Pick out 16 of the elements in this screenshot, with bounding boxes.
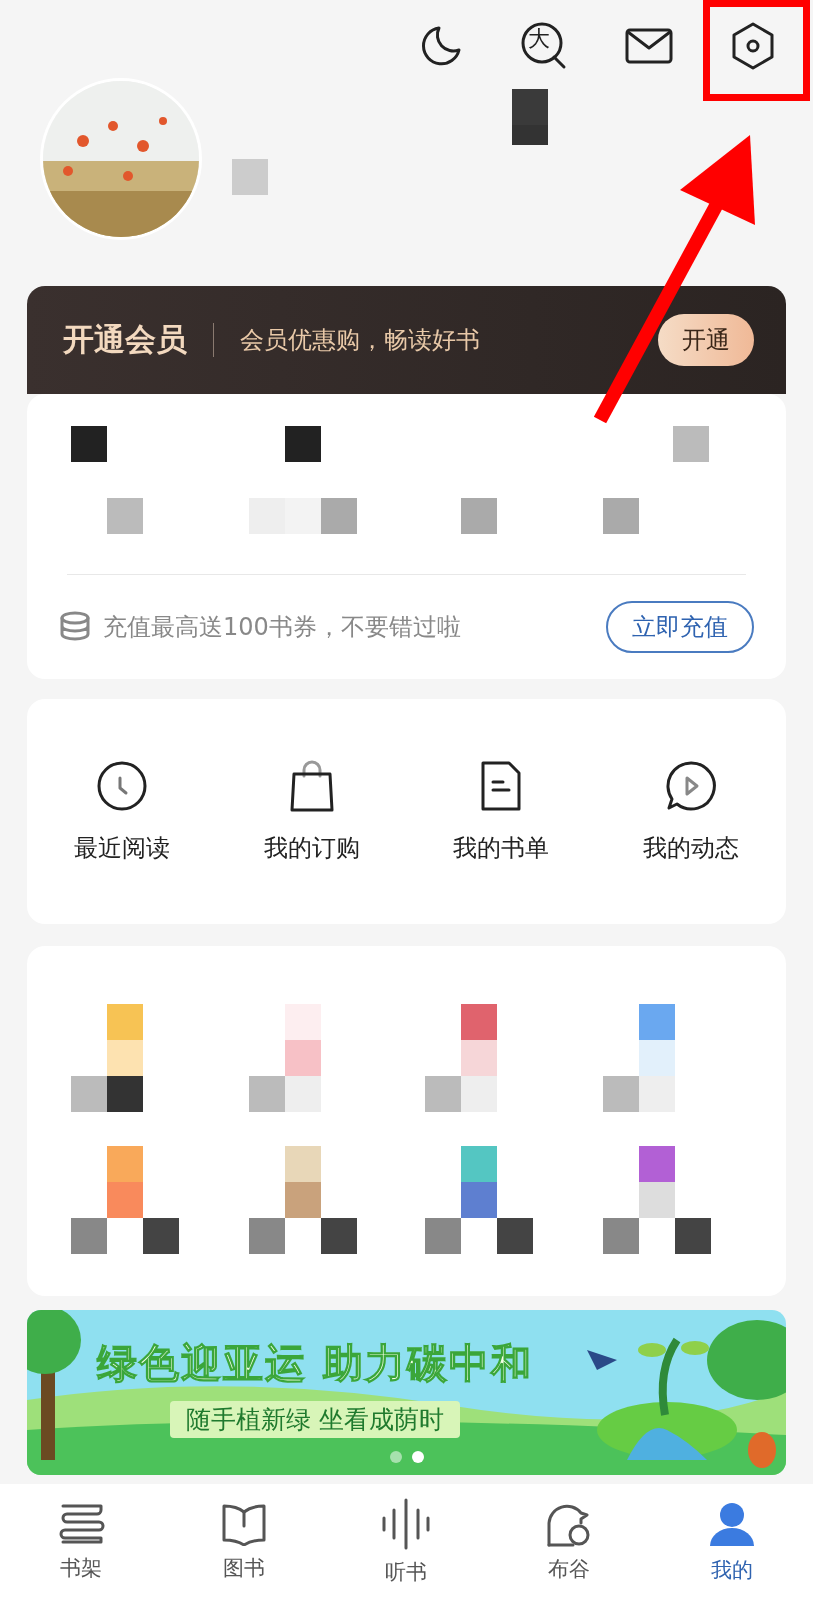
tab-bar-item[interactable]: 图书 <box>162 1484 326 1600</box>
membership-title: 开通会员 <box>63 320 187 359</box>
recharge-button[interactable]: 立即充值 <box>606 601 754 653</box>
tab-bar-item[interactable]: 书架 <box>0 1484 163 1600</box>
open-membership-button[interactable]: 开通 <box>658 314 754 366</box>
recharge-promo-text: 充值最高送100书券，不要错过啦 <box>103 612 462 643</box>
membership-slogan: 会员优惠购，畅读好书 <box>240 325 481 356</box>
shortcut-item[interactable]: 最近阅读 <box>27 759 217 864</box>
banner-subtitle: 随手植新绿 坐看成荫时 <box>170 1401 460 1438</box>
shortcut-item[interactable]: 我的订购 <box>216 759 407 864</box>
shortcut-item[interactable]: 我的动态 <box>596 759 786 864</box>
banner-title: 绿色迎亚运 助力碳中和 <box>97 1339 533 1388</box>
tab-bar-item[interactable]: 听书 <box>325 1484 488 1600</box>
tab-bar-item[interactable]: 我的 <box>650 1484 813 1600</box>
tab-bar-item[interactable]: 布谷 <box>487 1484 651 1600</box>
shortcut-item[interactable]: 我的书单 <box>406 759 597 864</box>
